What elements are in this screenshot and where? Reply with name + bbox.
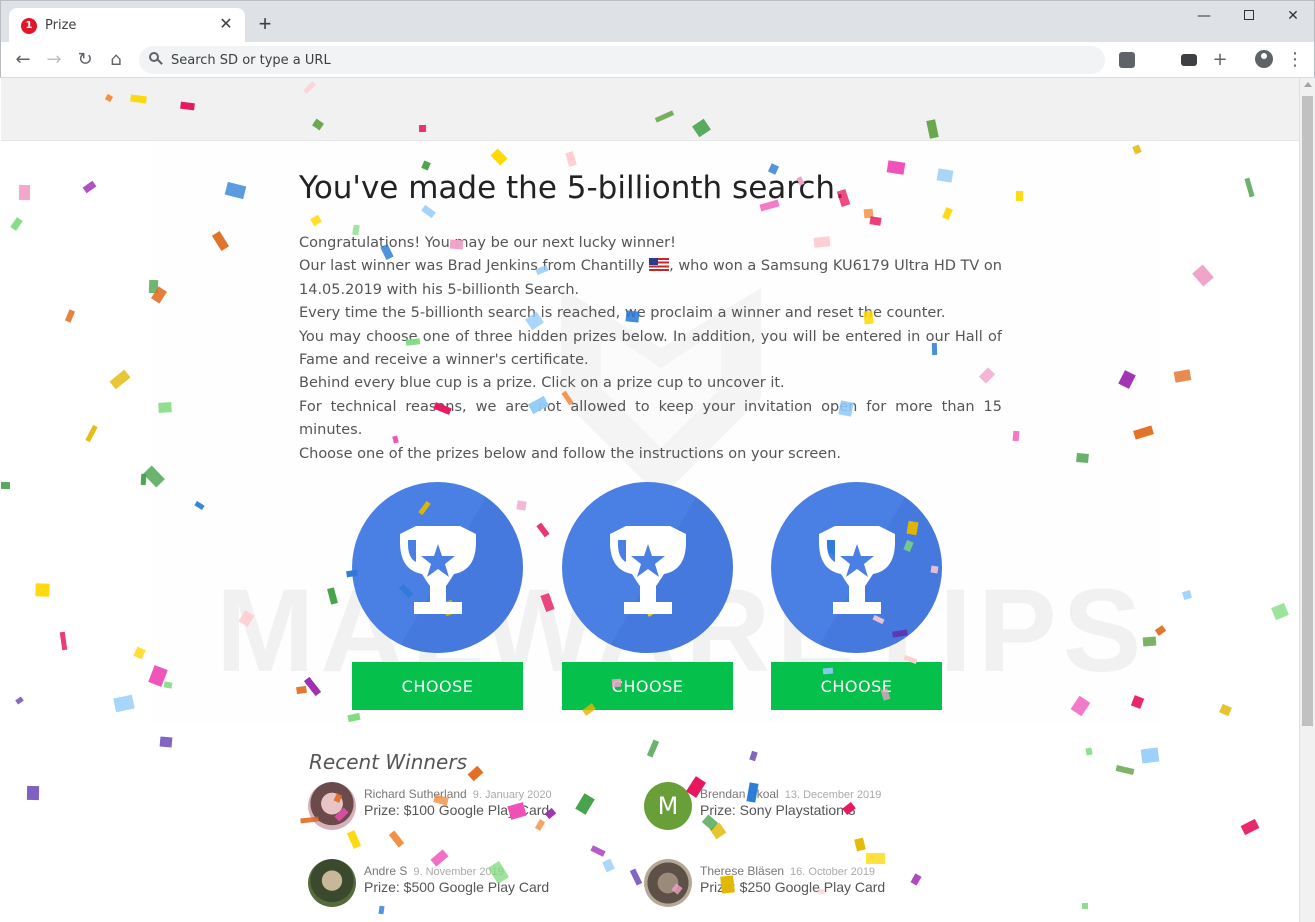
confetti-piece (85, 424, 98, 443)
tab-close-icon[interactable]: ✕ (217, 16, 235, 34)
confetti-piece (1271, 602, 1289, 621)
minimize-button[interactable]: — (1181, 5, 1227, 27)
confetti-piece (749, 750, 758, 762)
home-icon[interactable]: ⌂ (104, 48, 128, 72)
omnibox[interactable] (139, 46, 1105, 74)
winner-name: Therese Bläsen 16. October 2019 (700, 864, 876, 878)
browser-titlebar: 1 Prize ✕ + — ✕ (0, 0, 1315, 43)
avatar (308, 859, 356, 907)
confetti-piece (1219, 703, 1232, 717)
winner-entry: M Brendan Skoal 13. December 2019 Prize: … (644, 782, 964, 832)
scroll-up-arrow-icon[interactable] (1304, 82, 1312, 87)
new-tab-button[interactable]: + (253, 13, 277, 37)
winner-prize: Prize: $250 Google Play Card (700, 879, 886, 895)
trophy-cup-icon[interactable] (562, 482, 733, 653)
choose-prize-button[interactable]: CHOOSE (562, 662, 733, 710)
confetti-piece (1182, 590, 1192, 600)
confetti-piece (113, 694, 135, 713)
confetti-piece (854, 837, 866, 852)
choose-prize-button[interactable]: CHOOSE (352, 662, 523, 710)
page-header-band (1, 78, 1299, 141)
paragraph: Every time the 5-billionth search is rea… (299, 305, 946, 322)
body-text: Congratulations! You may be our next luc… (299, 232, 1002, 466)
scrollbar-thumb[interactable] (1302, 96, 1313, 726)
forward-arrow-icon[interactable]: → (42, 48, 66, 72)
confetti-piece (26, 785, 40, 801)
winner-date: 9. January 2020 (472, 789, 552, 801)
winner-prize: Prize: $100 Google Play Card (364, 802, 550, 818)
paragraph: Congratulations! You may be our next luc… (299, 235, 676, 251)
confetti-piece (1, 481, 11, 490)
confetti-piece (467, 765, 484, 782)
confetti-piece (15, 696, 24, 705)
paragraph: You may choose one of three hidden prize… (299, 328, 1002, 369)
paragraph: Our last winner was Brad Jenkins from Ch… (299, 258, 1002, 298)
page-title: You've made the 5-billionth search. (299, 170, 845, 206)
address-input[interactable] (171, 51, 1071, 69)
winner-date: 13. December 2019 (784, 789, 882, 801)
winner-date: 16. October 2019 (790, 866, 876, 878)
trophy-cup-icon[interactable] (771, 482, 942, 653)
winner-entry: Therese Bläsen 16. October 2019 Prize: $2… (644, 859, 964, 909)
confetti-piece (18, 184, 31, 201)
back-arrow-icon[interactable]: ← (11, 48, 35, 72)
confetti-piece (82, 180, 97, 194)
trophy-cup-icon[interactable] (352, 482, 523, 653)
scrollbar[interactable] (1299, 78, 1315, 922)
confetti-piece (159, 736, 173, 748)
close-window-button[interactable]: ✕ (1270, 5, 1315, 27)
avatar (308, 782, 356, 830)
browser-tab[interactable]: 1 Prize ✕ (9, 8, 245, 43)
notification-badge-icon: 1 (21, 18, 37, 34)
winner-prize: Prize: $500 Google Play Card (364, 879, 550, 895)
confetti-piece (1140, 747, 1160, 764)
avatar: M (644, 782, 692, 830)
choose-prize-button[interactable]: CHOOSE (771, 662, 942, 710)
profile-icon[interactable] (1255, 50, 1273, 68)
browser-toolbar: ← → ↻ ⌂ + ⋮ (0, 42, 1315, 78)
maximize-icon (1244, 10, 1254, 20)
paragraph: Choose one of the prizes below and follo… (299, 445, 841, 462)
reload-icon[interactable]: ↻ (73, 48, 97, 72)
confetti-piece (35, 583, 50, 597)
radio-extension-icon[interactable] (1181, 54, 1197, 66)
avatar (644, 859, 692, 907)
confetti-piece (1115, 765, 1135, 775)
music-extension-icon[interactable] (1119, 52, 1135, 68)
confetti-piece (1244, 177, 1255, 198)
page-viewport: MALWARETIPS You've made the 5-billionth … (1, 78, 1299, 922)
confetti-piece (140, 473, 147, 486)
winner-name: Richard Sutherland 9. January 2020 (364, 787, 552, 801)
winner-name: Andre S 9. November 2019 (364, 864, 504, 878)
us-flag-icon (649, 258, 670, 272)
tab-title: Prize (45, 18, 77, 33)
winner-prize: Prize: Sony Playstation 3 (700, 802, 856, 818)
confetti-piece (59, 631, 68, 651)
kebab-menu-icon[interactable]: ⋮ (1283, 48, 1307, 72)
confetti-piece (133, 646, 146, 660)
confetti-piece (388, 830, 405, 848)
confetti-piece (1240, 818, 1260, 836)
confetti-piece (1173, 369, 1192, 383)
plus-icon[interactable]: + (1208, 48, 1232, 72)
confetti-piece (1085, 747, 1093, 756)
recent-winners-title: Recent Winners (309, 750, 468, 774)
confetti-piece (629, 868, 643, 886)
confetti-piece (1082, 903, 1088, 909)
winner-name: Brendan Skoal 13. December 2019 (700, 787, 882, 801)
winner-date: 9. November 2019 (413, 866, 504, 878)
search-icon (149, 52, 163, 66)
winner-entry: Richard Sutherland 9. January 2020 Prize:… (308, 782, 628, 832)
confetti-piece (64, 309, 76, 323)
paragraph: Behind every blue cup is a prize. Click … (299, 375, 785, 392)
confetti-piece (590, 845, 606, 857)
paragraph: For technical reasons, we are not allowe… (299, 398, 1002, 439)
confetti-piece (646, 739, 660, 758)
confetti-piece (109, 369, 131, 390)
confetti-piece (1192, 264, 1214, 287)
winner-entry: Andre S 9. November 2019 Prize: $500 Goog… (308, 859, 628, 909)
confetti-piece (10, 217, 23, 231)
confetti-piece (346, 830, 362, 849)
maximize-button[interactable] (1226, 5, 1272, 27)
